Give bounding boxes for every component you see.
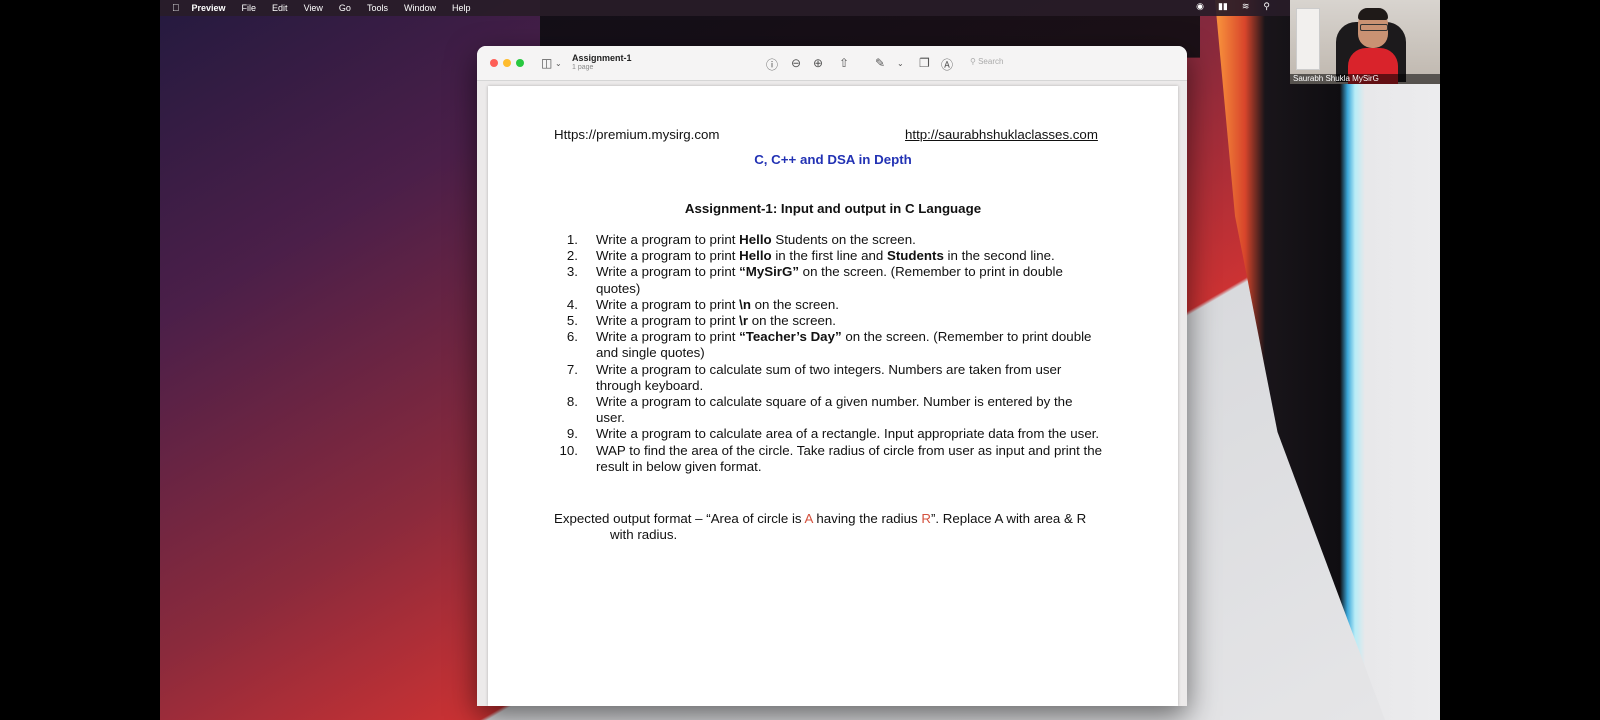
question-text: WAP to find the area of the circle. Take… [596,442,1103,474]
wifi-icon[interactable]: ≋ [1242,1,1250,12]
search-placeholder: Search [978,57,1004,66]
question-number: 8. [566,394,578,410]
question-number: 1. [566,232,578,247]
battery-icon[interactable]: ▮▮ [1218,1,1228,12]
question-bold-term: Students [886,248,944,264]
question-list: 1. Write a program to print Hello Student… [544,232,1104,475]
question-item: 8. Write a program to calculate square of… [544,394,1104,426]
expected-text-2: having the radius [812,511,922,526]
status-icons: ◉ ▮▮ ≋ ⚲ [1196,1,1270,12]
question-item: 5. Write a program to print \r on the scr… [544,313,1104,329]
close-button[interactable] [490,59,498,67]
premium-url: Https://premium.mysirg.com [554,127,720,142]
search-field[interactable]: ⚲ Search [970,57,1003,66]
expected-text-3: ”. Replace A with area & R [930,511,1087,526]
question-number: 5. [566,313,578,329]
chevron-down-icon[interactable]: ⌄ [555,59,562,68]
question-number: 4. [566,296,578,312]
question-text: Write a program to print [596,329,740,345]
question-item: 3. Write a program to print “MySirG” on t… [544,264,1104,296]
window-subtitle: 1 page [572,64,594,71]
screen-record-icon[interactable]: ◉ [1196,1,1204,12]
question-bold-term: “Teacher’s Day” [739,329,842,345]
markup-pen-icon[interactable]: ✎ [875,56,885,70]
menu-file[interactable]: File [242,3,257,13]
question-text: in the first line and [771,248,887,264]
question-text: on the screen. [750,296,839,312]
question-item: 1. Write a program to print Hello Student… [544,232,1104,248]
apple-menu-icon[interactable]:  [172,3,180,14]
desktop:  Preview File Edit View Go Tools Window… [160,0,1440,720]
zoom-in-icon[interactable]: ⊕ [813,56,823,70]
question-number: 2. [566,248,578,264]
share-icon[interactable]: ⇧ [839,56,849,70]
preview-window: ◫ ⌄ Assignment-1 1 page ⓘ ⊖ ⊕ ⇧ ✎ ⌄ ❐ Ⓐ … [477,46,1187,706]
question-text: Write a program to print [596,248,740,264]
question-text: Write a program to print [596,296,740,312]
spotlight-search-icon[interactable]: ⚲ [1263,1,1270,12]
webcam-person-glasses [1360,24,1388,31]
question-number: 3. [566,264,578,280]
expected-text-line2: with radius. [610,527,678,543]
question-bold-term: \r [739,313,748,329]
question-text: Write a program to calculate square of a… [596,394,1073,426]
window-title: Assignment-1 [572,53,632,63]
markup-chevron-icon[interactable]: ⌄ [897,59,904,68]
question-text: on the screen. [748,313,836,329]
search-icon: ⚲ [970,57,976,66]
menu-edit[interactable]: Edit [272,3,288,13]
question-text: Write a program to print [596,313,740,329]
expected-a-marker: A [804,511,813,526]
info-icon[interactable]: ⓘ [766,56,778,73]
pdf-page[interactable]: Https://premium.mysirg.com http://saurab… [488,86,1178,706]
assignment-title: Assignment-1: Input and output in C Lang… [684,201,982,216]
rotate-icon[interactable]: ❐ [919,56,930,70]
menu-app-name[interactable]: Preview [192,3,226,13]
webcam-caption: Saurabh Shukla MySirG [1290,74,1440,84]
question-text: Write a program to calculate area of a r… [596,426,1100,442]
question-text: Write a program to print [596,232,740,247]
question-number: 10. [559,442,579,458]
expected-r-marker: R [921,511,931,526]
expected-output-format: Expected output format – “Area of circle… [554,511,1154,543]
question-number: 9. [566,426,578,442]
question-text: Write a program to calculate sum of two … [596,361,1062,393]
webcam-person-hair [1358,8,1388,20]
question-bold-term: “MySirG” [739,264,799,280]
annotate-icon[interactable]: Ⓐ [941,56,953,73]
menu-bar:  Preview File Edit View Go Tools Window… [160,0,1440,16]
question-item: 10. WAP to find the area of the circle. T… [544,443,1104,475]
menu-view[interactable]: View [304,3,323,13]
menu-window[interactable]: Window [404,3,436,13]
question-item: 7. Write a program to calculate sum of tw… [544,362,1104,394]
question-bold-term: Hello [739,248,772,264]
sidebar-toggle-icon[interactable]: ◫ [541,56,552,70]
wallpaper-right-stripes [1215,0,1440,720]
question-number: 6. [566,329,578,345]
zoom-button[interactable] [516,59,524,67]
expected-text-1: Expected output format – “Area of circle… [554,511,805,526]
question-item: 2. Write a program to print Hello in the … [544,248,1104,264]
webcam-background-shelf [1296,8,1320,70]
webcam-overlay: Saurabh Shukla MySirG [1290,0,1440,84]
course-title: C, C++ and DSA in Depth [754,152,912,167]
question-bold-term: \n [739,296,751,312]
classes-url-link[interactable]: http://saurabhshuklaclasses.com [905,127,1098,143]
menu-help[interactable]: Help [452,3,471,13]
menu-go[interactable]: Go [339,3,351,13]
question-item: 9. Write a program to calculate area of a… [544,426,1104,442]
question-text: Students on the screen. [771,232,916,247]
question-item: 6. Write a program to print “Teacher’s Da… [544,329,1104,361]
question-text: Write a program to print [596,264,740,280]
window-toolbar: ◫ ⌄ Assignment-1 1 page ⓘ ⊖ ⊕ ⇧ ✎ ⌄ ❐ Ⓐ … [477,46,1187,81]
question-item: 4. Write a program to print \n on the scr… [544,297,1104,313]
menu-tools[interactable]: Tools [367,3,388,13]
zoom-out-icon[interactable]: ⊖ [791,56,801,70]
minimize-button[interactable] [503,59,511,67]
question-text: in the second line. [943,248,1055,264]
question-bold-term: Hello [739,232,772,247]
question-number: 7. [566,361,578,377]
